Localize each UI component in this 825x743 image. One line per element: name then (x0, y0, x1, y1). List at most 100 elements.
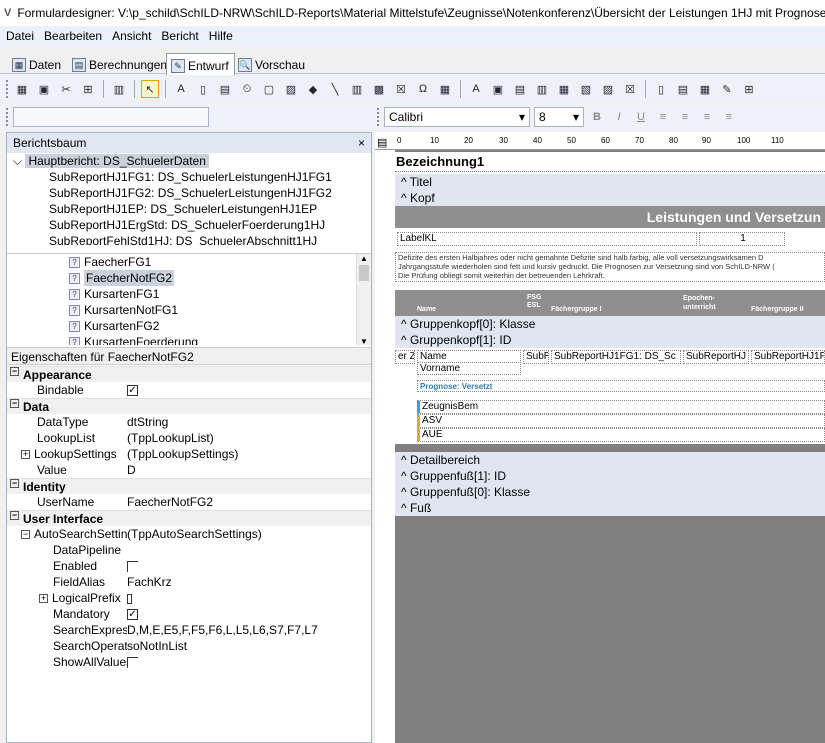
tree-item[interactable]: SubReportHJ1FG2: DS_SchuelerLeistungenHJ… (7, 185, 371, 201)
font-size-select[interactable]: 8 ▾ (534, 107, 584, 127)
field-item[interactable]: ? FaecherNotFG2 (7, 270, 371, 286)
detail-subreport3-field[interactable]: SubReportHJ1F (751, 350, 825, 364)
dbcheckbox-icon[interactable]: ☒ (621, 80, 639, 98)
tree-item[interactable]: SubReportHJ1EP: DS_SchuelerLeistungenHJ1… (7, 201, 371, 217)
col-epochen[interactable]: Epochen-unterricht (683, 294, 733, 312)
prop-username[interactable]: UserName FaecherNotFG2 (7, 494, 371, 510)
richtext-icon[interactable]: ▤ (216, 80, 234, 98)
prop-datatype[interactable]: DataType dtString (7, 414, 371, 430)
dblabel-icon[interactable]: A (467, 80, 485, 98)
detail-aue-field[interactable]: AUE (417, 428, 825, 442)
detail-prognose-field[interactable]: Prognose: Versetzt (417, 380, 825, 392)
prop-logicalprefix[interactable]: + LogicalPrefix (7, 590, 371, 606)
label-icon[interactable]: A (172, 80, 190, 98)
dbimage-icon[interactable]: ▧ (577, 80, 595, 98)
field-list-scrollbar[interactable]: ▲ ▼ (356, 254, 371, 345)
band-gruppenfuss-0[interactable]: Gruppenfuß[0]: Klasse (395, 484, 825, 500)
paint-icon[interactable]: ✎ (718, 80, 736, 98)
detail-band[interactable]: er Z Name Vorname SubR SubReportHJ1FG1: … (395, 348, 825, 444)
pagebreak-icon[interactable]: ⊞ (740, 80, 758, 98)
prop-value[interactable]: soNotInList (127, 638, 371, 654)
align-right-icon[interactable]: ≡ (698, 108, 716, 126)
align-center-icon[interactable]: ≡ (676, 108, 694, 126)
shape-icon[interactable]: ◆ (304, 80, 322, 98)
tab-berechnungen[interactable]: ▤ Berechnungen (68, 53, 172, 74)
line-icon[interactable]: ╲ (326, 80, 344, 98)
table-icon[interactable]: ▦ (436, 80, 454, 98)
collapse-icon[interactable]: − (10, 511, 19, 520)
align-left-icon[interactable]: ≡ (654, 108, 672, 126)
col-fg2[interactable]: Fächergruppe II (751, 306, 804, 313)
note-text[interactable]: Defizite des ersten Halbjahres oder nich… (395, 252, 825, 282)
image-icon[interactable]: ▨ (282, 80, 300, 98)
memo-icon[interactable]: ▯ (194, 80, 212, 98)
detail-subreport-field[interactable]: SubR (523, 350, 549, 364)
col-fg1[interactable]: Fächergruppe I (551, 306, 602, 313)
variable-icon[interactable]: ▢ (260, 80, 278, 98)
pointer-icon[interactable]: ↖ (141, 80, 159, 98)
toolbar-grip[interactable] (377, 108, 380, 126)
title-band[interactable]: Bezeichnung1 (395, 152, 825, 174)
detail-prefix-field[interactable]: er Z (395, 350, 415, 364)
report-icon[interactable]: ▣ (35, 80, 53, 98)
label-kl[interactable]: LabelKL (397, 232, 697, 246)
ruler-toggle-icon[interactable]: ▤ (377, 136, 387, 149)
expand-icon[interactable]: + (39, 594, 48, 604)
prop-value[interactable] (127, 654, 371, 670)
prop-value[interactable]: FaecherNotFG2 (127, 494, 371, 510)
toolbar-grip[interactable] (6, 108, 9, 126)
band-kopf[interactable]: Kopf (395, 190, 825, 206)
bold-icon[interactable]: B (588, 108, 606, 126)
prop-value[interactable]: FachKrz (127, 574, 371, 590)
detail-asv-field[interactable]: ASV (417, 414, 825, 428)
detail-subreport2-field[interactable]: SubReportHJ (683, 350, 749, 364)
toolbar-grip[interactable] (6, 80, 9, 98)
prop-value[interactable]: ✓ (127, 382, 371, 398)
prop-lookupsettings[interactable]: + LookupSettings (TppLookupSettings) (7, 446, 371, 462)
checkbox-unchecked[interactable] (127, 561, 138, 573)
band-gruppenkopf-1[interactable]: Gruppenkopf[1]: ID (395, 332, 825, 348)
prop-value[interactable] (127, 542, 371, 558)
component-selector[interactable] (13, 107, 209, 127)
label-kl-right[interactable]: 1 (699, 232, 785, 246)
barcode-icon[interactable]: ▥ (348, 80, 366, 98)
collapse-icon[interactable]: − (21, 530, 30, 540)
detail-zeugnis-field[interactable]: ZeugnisBem (417, 400, 825, 414)
menu-bearbeiten[interactable]: Bearbeiten (44, 29, 102, 43)
field-item[interactable]: ? KursartenFG1 (7, 286, 371, 302)
chart-icon[interactable]: Ω (414, 80, 432, 98)
prop-fieldalias[interactable]: FieldAlias FachKrz (7, 574, 371, 590)
align-icon[interactable]: ⊞ (79, 80, 97, 98)
menu-bericht[interactable]: Bericht (161, 29, 198, 43)
category-user-interface[interactable]: − User Interface (7, 510, 371, 526)
col-fsg[interactable]: FSG ESL (527, 294, 545, 310)
prop-value[interactable] (127, 590, 371, 606)
prop-searchexpression[interactable]: SearchExpressionD,M,E,E5,F,F5,F6,L,L5,L6… (7, 622, 371, 638)
detail-vorname-field[interactable]: Vorname (417, 362, 521, 375)
category-appearance[interactable]: − Appearance (7, 366, 371, 382)
menu-datei[interactable]: Datei (6, 29, 34, 43)
scroll-down-icon[interactable]: ▼ (357, 337, 371, 345)
prop-value[interactable]: (TppLookupSettings) (127, 446, 371, 462)
underline-icon[interactable]: U (632, 108, 650, 126)
tree-item[interactable]: SubReportHJ1ErgStd: DS_SchuelerFoerderun… (7, 217, 371, 233)
collapse-icon[interactable]: − (10, 367, 19, 376)
font-name-select[interactable]: Calibri ▾ (384, 107, 530, 127)
col-name[interactable]: Name (417, 306, 436, 313)
grid-icon[interactable]: ▦ (13, 80, 31, 98)
prop-value[interactable]: D (127, 462, 371, 478)
systemvar-icon[interactable]: ⏲ (238, 80, 256, 98)
band-detailbereich[interactable]: Detailbereich (395, 452, 825, 468)
band-gruppenfuss-1[interactable]: Gruppenfuß[1]: ID (395, 468, 825, 484)
tree-root[interactable]: ⌵ Hauptbericht: DS_SchuelerDaten (7, 153, 371, 169)
region-icon[interactable]: ▯ (652, 80, 670, 98)
report-heading[interactable]: Leistungen und Versetzun (395, 206, 825, 228)
prop-showallvalues[interactable]: ShowAllValues (7, 654, 371, 670)
2dbarcode-icon[interactable]: ▩ (370, 80, 388, 98)
field-item[interactable]: ? KursartenFoerderung (7, 334, 371, 345)
category-data[interactable]: − Data (7, 398, 371, 414)
header-band[interactable]: Leistungen und Versetzun LabelKL 1 Defiz… (395, 206, 825, 320)
prop-bindable[interactable]: Bindable ✓ (7, 382, 371, 398)
band-fuss[interactable]: Fuß (395, 500, 825, 516)
cut-icon[interactable]: ✂ (57, 80, 75, 98)
